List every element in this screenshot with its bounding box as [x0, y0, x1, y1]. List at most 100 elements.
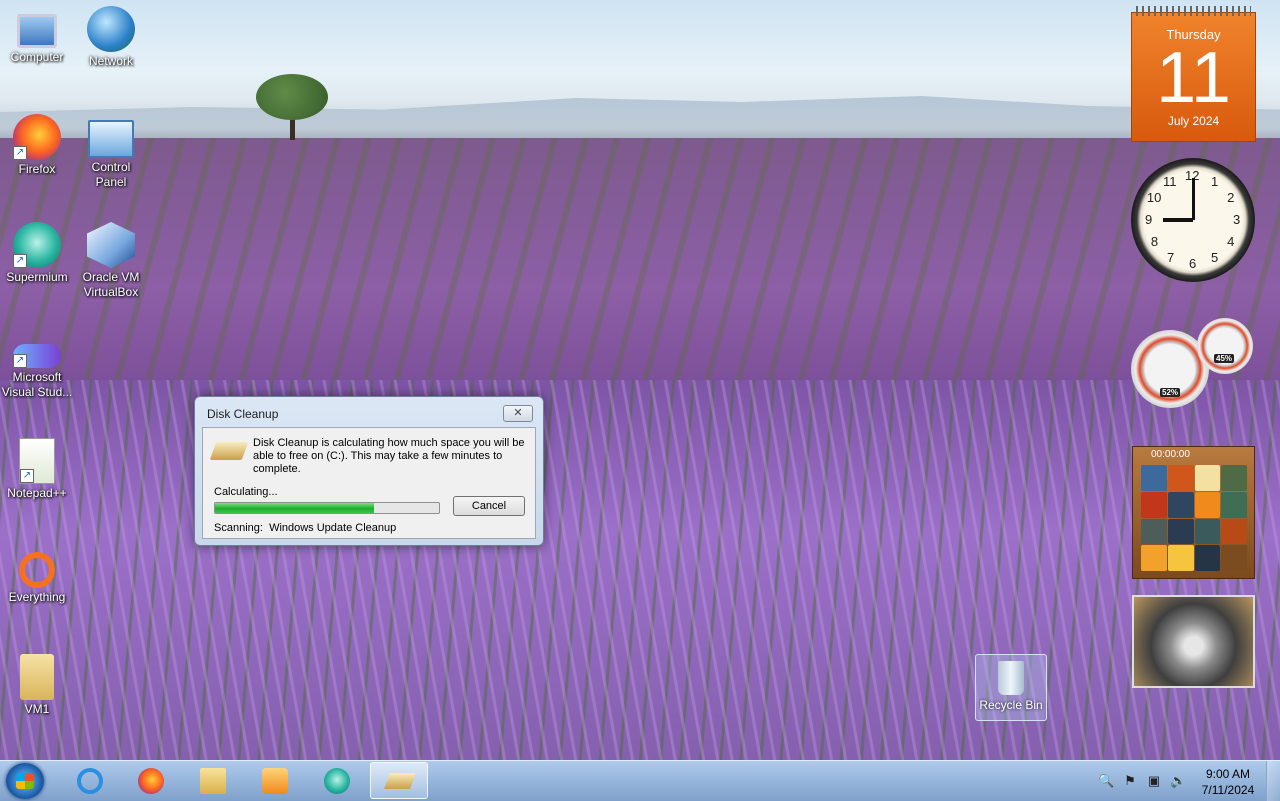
puzzle-tile[interactable]	[1141, 545, 1167, 571]
file-explorer-icon	[200, 768, 226, 794]
network-tray-icon[interactable]: ▣	[1146, 773, 1162, 789]
desktop-icon-label: Firefox	[18, 162, 56, 176]
desktop-icon-virtualbox[interactable]: Oracle VM VirtualBox	[75, 222, 147, 300]
progress-bar-fill	[215, 503, 375, 513]
koala-photo[interactable]	[1132, 595, 1255, 688]
clock-number: 5	[1211, 250, 1219, 266]
scanning-label: Scanning:	[214, 522, 263, 534]
disk-cleanup-icon	[384, 773, 416, 789]
notepadplusplus-icon: ↗	[19, 438, 55, 484]
picture-puzzle-gadget[interactable]: 00:00:00	[1132, 446, 1255, 579]
search-tray-icon[interactable]: 🔍	[1098, 773, 1114, 789]
network-icon	[87, 6, 135, 52]
puzzle-tile[interactable]	[1194, 465, 1221, 491]
puzzle-tile[interactable]	[1194, 491, 1221, 518]
wallpaper-hills	[0, 96, 1280, 142]
puzzle-tile[interactable]	[1221, 518, 1247, 545]
taskbar-file-explorer[interactable]	[184, 762, 242, 799]
desktop-icon-computer[interactable]: Computer	[1, 6, 73, 65]
taskbar-media-player[interactable]	[246, 762, 304, 799]
cpu-meter-gadget[interactable]: 52% 45%	[1131, 318, 1255, 408]
desktop-wallpaper: Computer Network ↗ Firefox Control Panel…	[0, 0, 1280, 760]
wallpaper-tree	[256, 74, 328, 120]
calendar-rings	[1136, 6, 1251, 16]
firefox-icon	[138, 768, 164, 794]
desktop-icon-supermium[interactable]: ↗ Supermium	[1, 222, 73, 285]
puzzle-tile[interactable]	[1167, 491, 1194, 518]
supermium-icon	[324, 768, 350, 794]
puzzle-tile[interactable]	[1141, 465, 1167, 491]
desktop-icon-firefox[interactable]: ↗ Firefox	[1, 114, 73, 177]
shortcut-arrow-icon: ↗	[13, 146, 27, 160]
desktop-icon-network[interactable]: Network	[75, 6, 147, 69]
disk-cleanup-dialog: Disk Cleanup ✕ Disk Cleanup is calculati…	[194, 396, 544, 546]
taskbar-internet-explorer[interactable]	[61, 762, 119, 799]
calendar-month-year: July 2024	[1167, 114, 1220, 128]
puzzle-tile[interactable]	[1141, 518, 1167, 545]
puzzle-tile[interactable]	[1194, 545, 1221, 571]
everything-icon	[19, 552, 55, 588]
desktop-icon-control-panel[interactable]: Control Panel	[75, 120, 147, 190]
memory-percent: 45%	[1214, 354, 1235, 363]
scanning-text: Scanning: Windows Update Cleanup	[214, 522, 396, 534]
shortcut-arrow-icon: ↗	[13, 254, 27, 268]
desktop-icon-everything[interactable]: Everything	[1, 546, 73, 605]
taskbar-date: 7/11/2024	[1201, 783, 1255, 797]
desktop-icon-label: Network	[88, 54, 133, 68]
clock-number: 10	[1146, 190, 1162, 205]
close-button[interactable]: ✕	[503, 405, 533, 422]
dialog-body: Disk Cleanup is calculating how much spa…	[202, 427, 536, 539]
puzzle-grid[interactable]	[1141, 465, 1247, 571]
disk-cleanup-icon	[209, 442, 249, 460]
taskbar-clock[interactable]: 9:00 AM 7/11/2024	[1196, 766, 1260, 798]
puzzle-tile[interactable]	[1194, 518, 1221, 545]
status-text: Calculating...	[214, 486, 278, 498]
puzzle-tile[interactable]	[1167, 518, 1194, 545]
taskbar-disk-cleanup[interactable]	[370, 762, 428, 799]
visual-studio-icon: ↗	[13, 344, 61, 368]
clock-number: 9	[1145, 212, 1153, 227]
wallpaper-foreground-lavender	[0, 380, 1280, 760]
computer-icon	[17, 14, 57, 48]
puzzle-tile[interactable]	[1221, 545, 1247, 571]
show-desktop-button[interactable]	[1266, 761, 1280, 801]
dialog-titlebar[interactable]: Disk Cleanup ✕	[195, 397, 543, 427]
windows-start-icon	[16, 773, 34, 789]
puzzle-tile[interactable]	[1167, 465, 1194, 491]
calendar-gadget[interactable]: Thursday 11 July 2024	[1131, 6, 1256, 142]
desktop-icon-vm1[interactable]: VM1	[1, 654, 73, 717]
desktop-icon-notepadplusplus[interactable]: ↗ Notepad++	[1, 438, 73, 501]
puzzle-tile[interactable]	[1141, 491, 1167, 518]
clock-hour-hand	[1163, 218, 1193, 222]
supermium-icon: ↗	[13, 222, 61, 268]
desktop-icon-label: Microsoft Visual Stud...	[1, 370, 73, 399]
puzzle-tile[interactable]	[1167, 545, 1194, 571]
puzzle-timer: 00:00:00	[1151, 449, 1190, 460]
shortcut-arrow-icon: ↗	[13, 354, 27, 368]
cancel-button[interactable]: Cancel	[453, 496, 525, 516]
desktop-icon-label: Computer	[10, 50, 64, 64]
volume-muted-icon[interactable]: 🔈	[1170, 773, 1186, 789]
control-panel-icon	[88, 120, 134, 158]
dialog-title: Disk Cleanup	[207, 407, 279, 421]
taskbar-supermium[interactable]	[308, 762, 366, 799]
taskbar: 🔍 ⚑ ▣ 🔈 9:00 AM 7/11/2024	[0, 760, 1280, 801]
clock-minute-hand	[1191, 178, 1195, 220]
desktop-icon-visual-studio[interactable]: ↗ Microsoft Visual Stud...	[1, 330, 73, 400]
taskbar-firefox[interactable]	[122, 762, 180, 799]
memory-gauge: 45%	[1197, 318, 1253, 374]
clock-number: 11	[1163, 173, 1177, 189]
clock-number: 6	[1189, 256, 1197, 271]
action-center-flag-icon[interactable]: ⚑	[1122, 773, 1138, 789]
dialog-message: Disk Cleanup is calculating how much spa…	[253, 437, 525, 475]
puzzle-tile[interactable]	[1221, 465, 1247, 491]
recycle-bin-icon	[998, 661, 1024, 695]
puzzle-tile[interactable]	[1221, 491, 1247, 518]
clock-gadget[interactable]: 12 1 2 3 4 5 6 7 8 9 10 11	[1131, 158, 1255, 282]
desktop-icon-label: Everything	[8, 590, 66, 604]
start-button[interactable]	[6, 763, 44, 799]
desktop-icon-recycle-bin[interactable]: Recycle Bin	[975, 654, 1047, 721]
clock-number: 2	[1227, 190, 1235, 205]
taskbar-time: 9:00 AM	[1205, 767, 1251, 781]
clock-number: 7	[1167, 250, 1175, 266]
